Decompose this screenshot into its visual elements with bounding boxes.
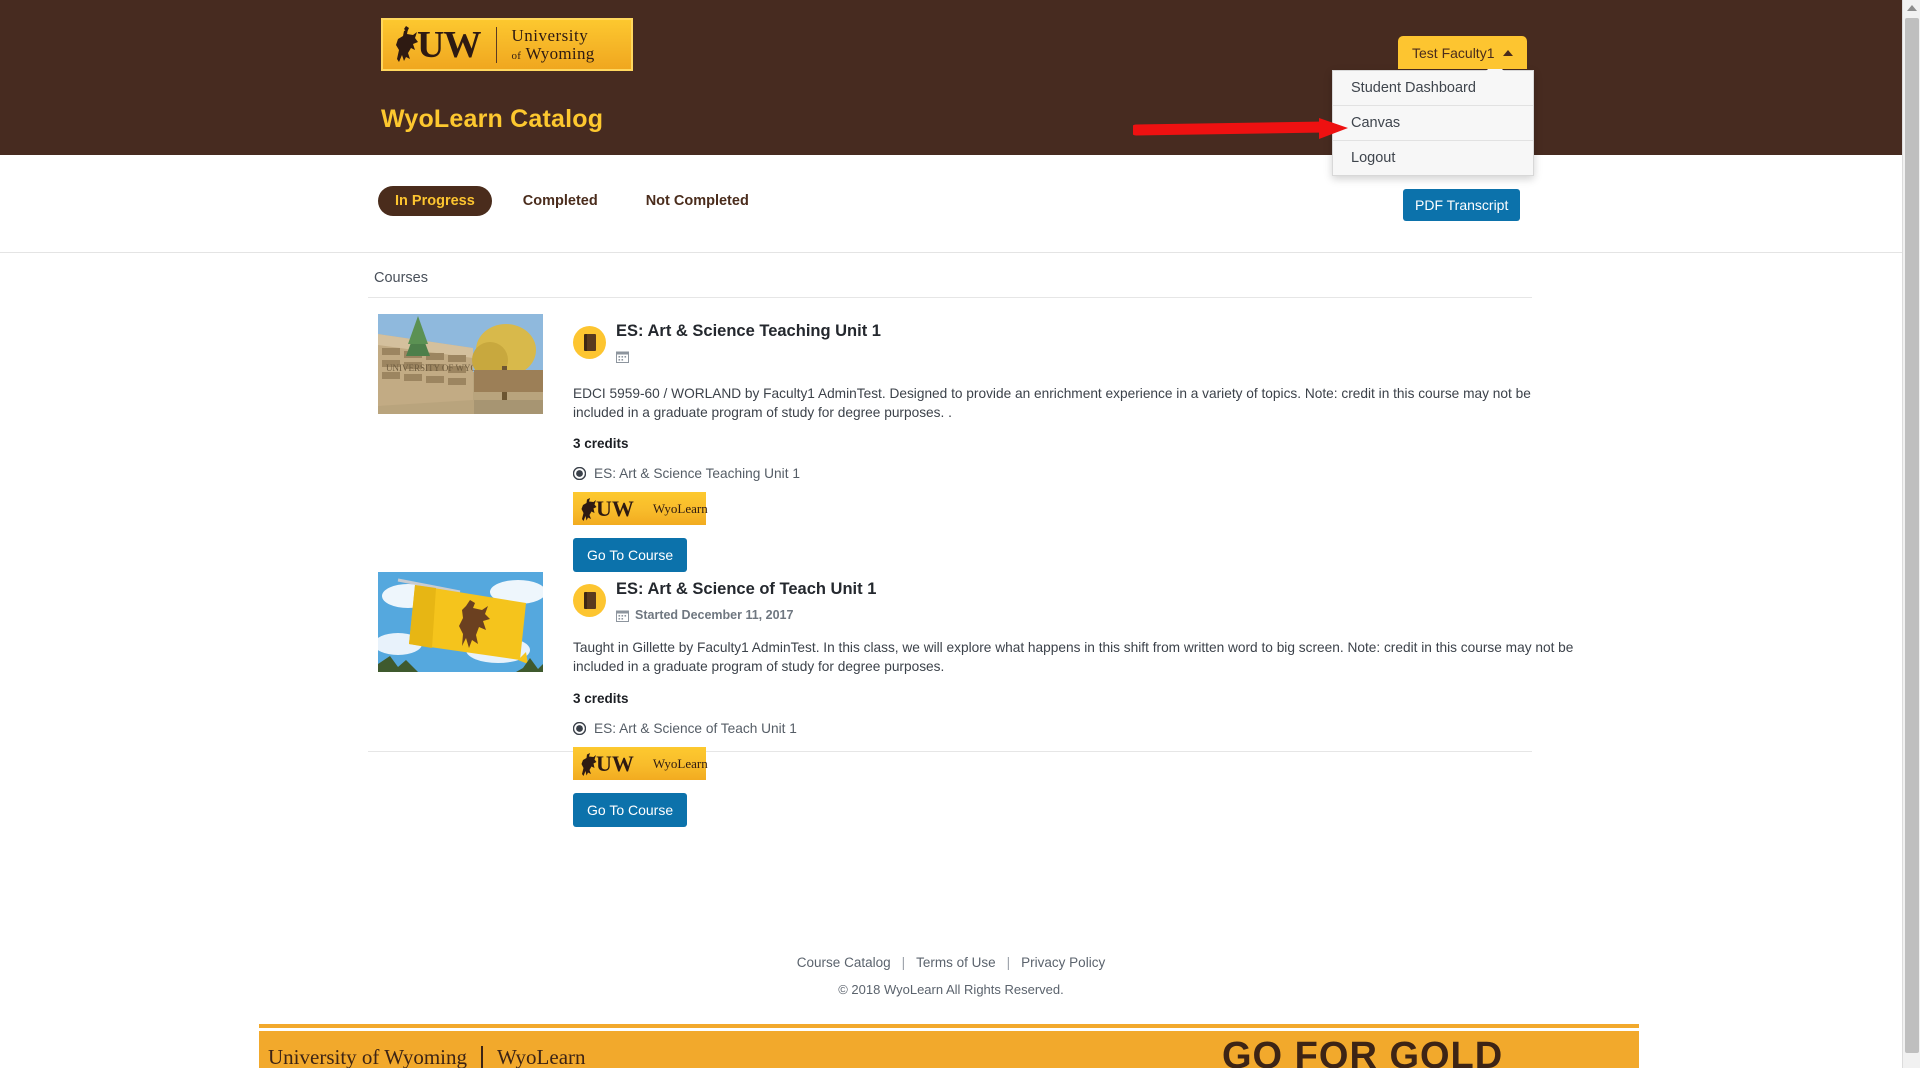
logo-of: of (511, 49, 522, 62)
logo-line-university: University (511, 26, 589, 46)
course-title[interactable]: ES: Art & Science of Teach Unit 1 (616, 580, 876, 599)
banner-slogan: GO FOR GOLD (1222, 1035, 1504, 1068)
calendar-icon (616, 610, 629, 622)
tab-not-completed[interactable]: Not Completed (629, 186, 766, 216)
provider-badge-uw: UW (596, 495, 634, 521)
footer-separator: | (901, 955, 906, 970)
page-title: WyoLearn Catalog (381, 105, 604, 133)
course-card-2: ES: Art & Science of Teach Unit 1 Starte… (368, 572, 1573, 827)
course-description: Taught in Gillette by Faculty1 AdminTest… (573, 640, 1574, 675)
banner-wyolearn: WyoLearn (497, 1045, 586, 1068)
banner-university: University of Wyoming (268, 1045, 467, 1068)
tab-completed[interactable]: Completed (506, 186, 615, 216)
provider-badge-name: WyoLearn (652, 755, 708, 771)
course-meta (616, 350, 635, 363)
uw-logo[interactable]: UW University of Wyoming (381, 18, 633, 71)
bucking-horse-icon (581, 497, 597, 521)
footer-links: Course Catalog | Terms of Use | Privacy Poli… (0, 955, 1902, 970)
course-meta-text: Started December 11, 2017 (635, 608, 794, 622)
provider-badge-wyolearn: UW WyoLearn (573, 492, 708, 525)
course-thumbnail-wyoming-flag[interactable] (378, 572, 543, 672)
course-module-row[interactable]: ES: Art & Science Teaching Unit 1 (573, 466, 800, 481)
course-module-label: ES: Art & Science of Teach Unit 1 (594, 721, 797, 736)
course-description: EDCI 5959-60 / WORLAND by Faculty1 Admin… (573, 386, 1531, 421)
pdf-transcript-button[interactable]: PDF Transcript (1403, 189, 1521, 221)
bottom-promo-banner[interactable]: University of Wyoming WyoLearn GO FOR GO… (259, 1028, 1639, 1068)
bucking-horse-icon (581, 752, 597, 776)
logo-uw-text: UW (417, 23, 481, 66)
footer-separator: | (1006, 955, 1011, 970)
banner-left-text: University of Wyoming WyoLearn (268, 1045, 586, 1068)
page-scrollbar[interactable] (1902, 0, 1920, 1068)
status-tab-bar: In Progress Completed Not Completed (0, 155, 1902, 253)
course-module-row[interactable]: ES: Art & Science of Teach Unit 1 (573, 721, 797, 736)
section-divider (368, 297, 1532, 298)
course-title[interactable]: ES: Art & Science Teaching Unit 1 (616, 322, 881, 341)
scrollbar-thumb[interactable] (1905, 18, 1919, 1053)
course-module-label: ES: Art & Science Teaching Unit 1 (594, 466, 800, 481)
calendar-icon (616, 351, 629, 363)
menu-item-logout[interactable]: Logout (1333, 141, 1533, 175)
menu-item-canvas[interactable]: Canvas (1333, 106, 1533, 141)
wyolearn-catalog-page: UW University of Wyoming WyoLearn Catalo… (0, 0, 1920, 1068)
course-card-1: UNIVERSITY OF WYOMING ES: Art & Science … (368, 314, 1532, 572)
courses-section-label: Courses (374, 270, 428, 286)
logo-line-wyoming: of Wyoming (511, 43, 595, 63)
go-to-course-button[interactable]: Go To Course (573, 793, 688, 827)
scroll-up-arrow-icon[interactable] (1907, 5, 1917, 11)
menu-item-student-dashboard[interactable]: Student Dashboard (1333, 71, 1533, 106)
provider-badge-uw: UW (596, 750, 634, 776)
user-dropdown-menu: Student Dashboard Canvas Logout (1332, 62, 1534, 176)
course-credits: 3 credits (573, 436, 629, 451)
site-header: UW University of Wyoming WyoLearn Catalo… (0, 0, 1902, 176)
logo-wordmark: University of Wyoming (511, 27, 594, 62)
radio-selected-icon (573, 467, 586, 480)
logo-wyoming: Wyoming (525, 43, 595, 63)
footer-link-privacy-policy[interactable]: Privacy Policy (1021, 955, 1105, 970)
radio-selected-icon (573, 722, 586, 735)
banner-divider (481, 1045, 483, 1068)
tab-in-progress[interactable]: In Progress (378, 186, 492, 216)
user-menu-label: Test Faculty1 (1412, 44, 1495, 61)
provider-badge-name: WyoLearn (652, 500, 708, 516)
course-list-container: Courses UNIVERSITY OF WYOMING ES: Art & … (0, 254, 1902, 954)
tab-list: In Progress Completed Not Completed (378, 186, 780, 216)
course-credits: 3 credits (573, 691, 629, 706)
footer-link-terms-of-use[interactable]: Terms of Use (916, 955, 996, 970)
course-thumbnail-uw-sign[interactable]: UNIVERSITY OF WYOMING (378, 314, 543, 414)
red-annotation-arrow (1133, 118, 1348, 139)
caret-up-icon (1503, 49, 1514, 56)
footer-copyright: © 2018 WyoLearn All Rights Reserved. (838, 982, 1064, 997)
go-to-course-button[interactable]: Go To Course (573, 538, 688, 572)
course-meta: Started December 11, 2017 (616, 608, 793, 622)
book-badge-icon (573, 584, 606, 617)
footer-link-course-catalog[interactable]: Course Catalog (797, 955, 891, 970)
bucking-horse-icon (391, 25, 421, 64)
book-badge-icon (573, 326, 606, 359)
user-menu-button[interactable]: Test Faculty1 (1398, 36, 1528, 69)
provider-badge-wyolearn: UW WyoLearn (573, 747, 708, 780)
logo-divider (496, 26, 498, 63)
